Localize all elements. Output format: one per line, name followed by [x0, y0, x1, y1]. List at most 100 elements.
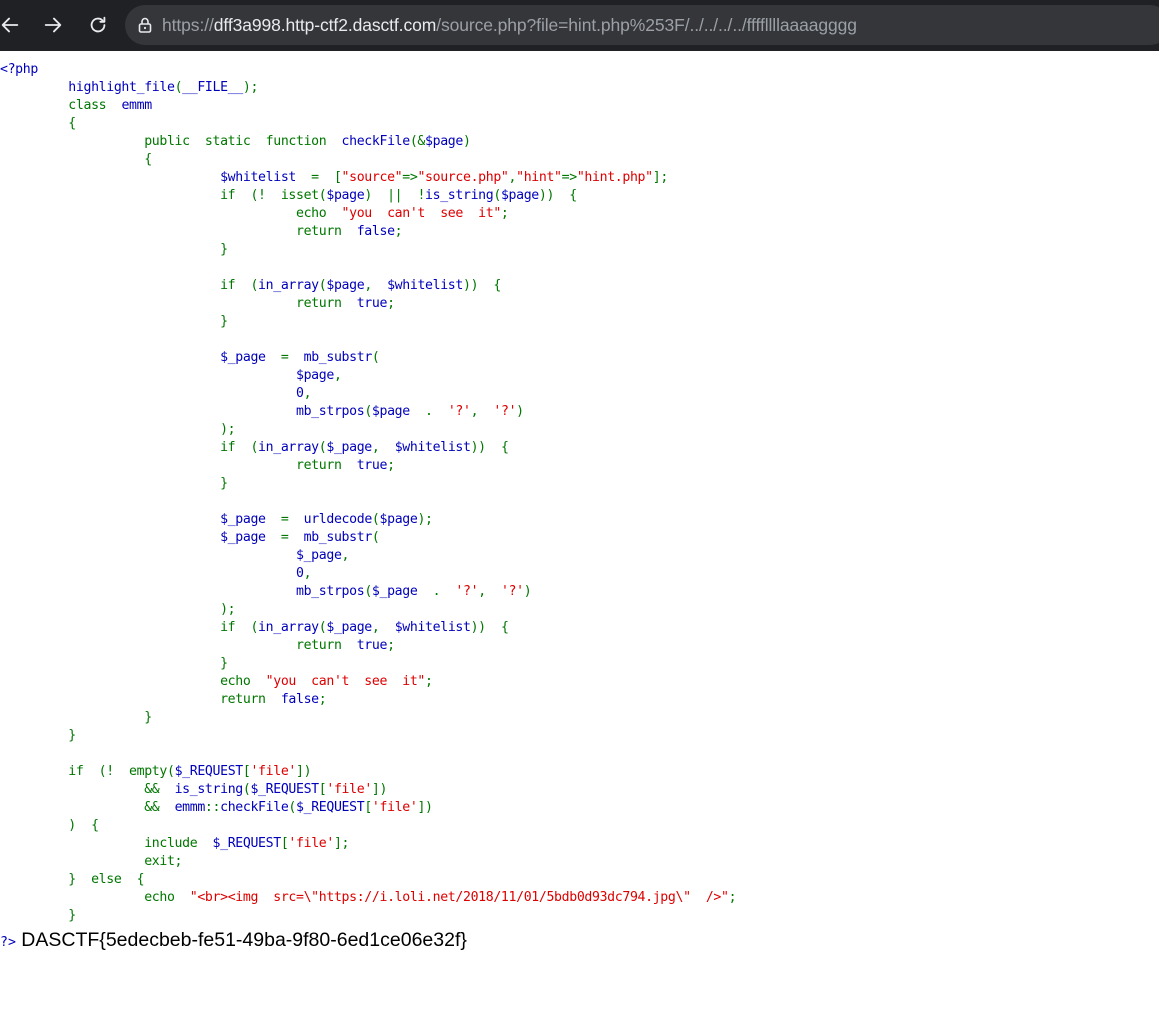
code-line: );	[0, 601, 236, 619]
code-token: echo	[0, 206, 342, 221]
code-token: "hint.php"	[576, 170, 653, 185]
url-path: /source.php?file=hint.php%253F/../../../…	[436, 15, 857, 35]
url-text[interactable]: https://dff3a998.http-ctf2.dasctf.com/so…	[162, 5, 857, 45]
code-line: <?php	[0, 61, 38, 79]
code-token: )) {	[470, 620, 509, 635]
code-token: 0	[0, 566, 304, 581]
code-token: (	[371, 350, 380, 365]
code-token: '?'	[455, 584, 479, 599]
code-token: (	[364, 404, 372, 419]
code-line: return true;	[0, 637, 395, 655]
code-token: (	[288, 800, 297, 815]
code-token: ,	[470, 404, 494, 419]
code-token: $_page	[0, 512, 281, 527]
code-token: ,	[303, 386, 312, 401]
flag-text: DASCTF{5edecbeb-fe51-49ba-9f80-6ed1ce06e…	[15, 929, 467, 951]
code-token: emmm	[174, 800, 206, 815]
code-token: "source"	[341, 170, 403, 185]
code-token: "source.php"	[417, 170, 509, 185]
code-token: ])	[371, 782, 388, 797]
code-token: '?'	[447, 404, 471, 419]
code-token: =	[280, 350, 304, 365]
code-token: in_array	[258, 278, 319, 293]
code-token: return	[0, 296, 357, 311]
code-line: echo "you can't see it";	[0, 673, 433, 691]
code-token: (	[364, 584, 372, 599]
code-token: echo	[0, 674, 266, 689]
code-line: }	[0, 709, 152, 727]
code-line: echo "you can't see it";	[0, 205, 509, 223]
code-token: true	[356, 638, 388, 653]
code-token: &&	[0, 782, 175, 797]
code-token: }	[0, 242, 228, 257]
code-token: ,	[508, 170, 517, 185]
code-token: 'file'	[371, 800, 418, 815]
code-token: urldecode	[303, 512, 373, 527]
code-token: [	[364, 800, 372, 815]
code-token: $whitelist	[387, 278, 463, 293]
code-line: $_page = urldecode($page);	[0, 511, 433, 529]
code-token: if (	[0, 620, 259, 635]
code-token: }	[0, 908, 76, 923]
code-token: if (! isset(	[0, 188, 327, 203]
flag-output-line: ?> DASCTF{5edecbeb-fe51-49ba-9f80-6ed1ce…	[0, 927, 467, 953]
page-content: <?php highlight_file(__FILE__); class em…	[0, 51, 1159, 1033]
code-line: 0,	[0, 565, 312, 583]
code-line: public static function checkFile(&$page)	[0, 133, 471, 151]
code-token: is_string	[425, 188, 494, 203]
code-token: $_REQUEST	[174, 764, 244, 779]
code-token: in_array	[258, 440, 319, 455]
code-line: if (in_array($page, $whitelist)) {	[0, 277, 501, 295]
php-closing-tag: ?>	[0, 935, 16, 950]
code-token: 'file'	[250, 764, 297, 779]
code-token: $whitelist	[0, 170, 312, 185]
code-token: $_REQUEST	[250, 782, 319, 797]
code-token: $_page	[326, 440, 372, 455]
code-line: return true;	[0, 295, 395, 313]
code-token: )	[462, 134, 471, 149]
code-token: return	[0, 224, 357, 239]
code-line: {	[0, 115, 76, 133]
code-line: include $_REQUEST['file'];	[0, 835, 349, 853]
code-token: is_string	[174, 782, 244, 797]
code-token: mb_strpos	[0, 404, 365, 419]
code-token: public static function	[0, 134, 342, 149]
url-scheme: https://	[162, 15, 214, 35]
code-line: } else {	[0, 871, 144, 889]
site-info-icon[interactable]	[136, 16, 154, 34]
code-line: $whitelist = ["source"=>"source.php","hi…	[0, 169, 668, 187]
code-token: (&	[409, 134, 426, 149]
code-line: }	[0, 313, 228, 331]
code-token: class	[0, 98, 122, 113]
code-token: "<br><img src=\"https://i.loli.net/2018/…	[189, 890, 729, 905]
code-token: return	[0, 692, 281, 707]
code-token: false	[356, 224, 395, 239]
code-line: }	[0, 907, 76, 925]
url-host: dff3a998.http-ctf2.dasctf.com	[213, 15, 437, 35]
code-token: 'file'	[326, 782, 372, 797]
code-token: }	[0, 656, 228, 671]
code-token: checkFile	[341, 134, 411, 149]
code-token: (	[371, 512, 380, 527]
code-token: = [	[311, 170, 342, 185]
forward-arrow-icon	[44, 17, 62, 33]
code-line: echo "<br><img src=\"https://i.loli.net/…	[0, 889, 736, 907]
code-token: );	[0, 602, 236, 617]
code-token: $page	[371, 404, 426, 419]
code-token: <?php	[0, 62, 38, 77]
code-token: in_array	[258, 620, 319, 635]
forward-button[interactable]	[38, 10, 68, 40]
code-token: } else {	[0, 872, 145, 887]
code-token: mb_substr	[303, 350, 373, 365]
code-token: ,	[303, 566, 312, 581]
code-line: && is_string($_REQUEST['file'])	[0, 781, 387, 799]
code-token: .	[432, 584, 456, 599]
code-token: );	[0, 422, 236, 437]
address-bar[interactable]: https://dff3a998.http-ctf2.dasctf.com/so…	[125, 5, 1159, 45]
code-token: )	[516, 404, 524, 419]
code-token: return	[0, 638, 357, 653]
back-button[interactable]	[0, 10, 25, 40]
code-line: if (in_array($_page, $whitelist)) {	[0, 619, 509, 637]
reload-button[interactable]	[83, 10, 113, 40]
code-token: '?'	[500, 584, 524, 599]
